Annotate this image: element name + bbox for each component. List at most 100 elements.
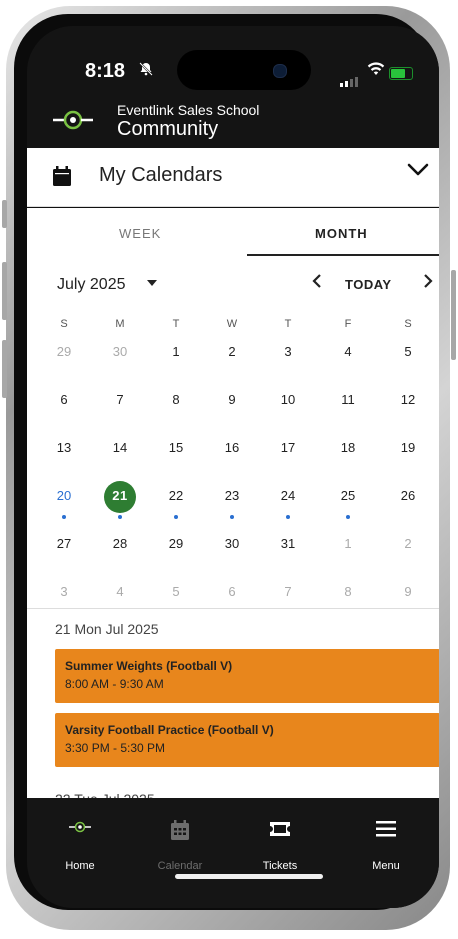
calendar-day-number: 31 <box>280 536 296 551</box>
calendar-day-number: 4 <box>116 584 124 599</box>
calendar-day[interactable]: 3 <box>49 578 79 606</box>
calendar-day[interactable]: 8 <box>333 578 363 606</box>
calendar-day[interactable]: 10 <box>273 386 303 414</box>
calendar-day[interactable]: 25 <box>333 482 363 510</box>
calendar-day[interactable]: 24 <box>273 482 303 510</box>
calendar-day[interactable]: 5 <box>161 578 191 606</box>
calendar-day-number: 7 <box>116 392 124 407</box>
calendar-day-number: 30 <box>112 344 128 359</box>
calendar-day[interactable]: 11 <box>333 386 363 414</box>
event-card[interactable]: Varsity Football Practice (Football V) 3… <box>55 713 439 767</box>
calendar-day[interactable]: 31 <box>273 530 303 558</box>
calendar-day[interactable]: 9 <box>217 386 247 414</box>
event-time: 8:00 AM - 9:30 AM <box>65 677 164 691</box>
month-picker[interactable]: July 2025 <box>57 276 126 294</box>
calendar-day[interactable]: 27 <box>49 530 79 558</box>
calendar-day[interactable]: 28 <box>105 530 135 558</box>
calendar-day-number: 15 <box>168 440 184 455</box>
calendar-day[interactable]: 14 <box>105 434 135 462</box>
calendar-day[interactable]: 9 <box>393 578 423 606</box>
chevron-left-icon[interactable] <box>312 274 322 293</box>
calendar-icon <box>53 166 71 186</box>
weekday-header: S <box>60 318 68 330</box>
calendar-day[interactable]: 12 <box>393 386 423 414</box>
calendar-day-number: 21 <box>112 488 128 503</box>
bottom-navigation: Home Calendar Tickets Menu <box>27 798 439 908</box>
calendar-day-number: 29 <box>56 344 72 359</box>
calendar-day-number: 8 <box>172 392 180 407</box>
calendar-day[interactable]: 4 <box>333 338 363 366</box>
event-card[interactable]: Summer Weights (Football V) 8:00 AM - 9:… <box>55 649 439 703</box>
home-indicator[interactable] <box>175 874 323 879</box>
calendar-day[interactable]: 29 <box>161 530 191 558</box>
calendar-day[interactable]: 13 <box>49 434 79 462</box>
calendar-day-number: 19 <box>400 440 416 455</box>
calendar-day-number: 4 <box>344 344 352 359</box>
calendar-day[interactable]: 19 <box>393 434 423 462</box>
tab-week[interactable]: WEEK <box>119 226 161 241</box>
calendar-day[interactable]: 30 <box>217 530 247 558</box>
events-list: 21 Mon Jul 2025 Summer Weights (Football… <box>27 608 439 819</box>
calendar-day[interactable]: 2 <box>217 338 247 366</box>
camera-icon <box>273 64 287 78</box>
year: 2025 <box>89 276 126 293</box>
calendar-day-number: 18 <box>340 440 356 455</box>
calendar-day[interactable]: 26 <box>393 482 423 510</box>
calendar-day[interactable]: 20 <box>49 482 79 510</box>
nav-tickets-label: Tickets <box>262 860 298 872</box>
calendar-day[interactable]: 15 <box>161 434 191 462</box>
calendar-selector[interactable]: My Calendars <box>27 148 439 207</box>
tab-month[interactable]: MONTH <box>315 226 368 241</box>
calendar-day-number: 27 <box>56 536 72 551</box>
weekday-header: F <box>344 318 352 330</box>
month-grid: S M T W T F S 29 30 1 2 3 4 5 6 7 8 9 10 11 12 13 14 15 16 17 18 19… <box>27 308 439 608</box>
calendar-day-number: 10 <box>280 392 296 407</box>
weekday-header: T <box>284 318 292 330</box>
calendar-day-number: 25 <box>340 488 356 503</box>
calendar-day[interactable]: 7 <box>273 578 303 606</box>
calendar-day[interactable]: 18 <box>333 434 363 462</box>
chevron-down-icon[interactable] <box>407 160 429 183</box>
calendar-icon <box>135 820 225 845</box>
calendar-day[interactable]: 17 <box>273 434 303 462</box>
ticket-icon <box>235 820 325 843</box>
view-tabs: WEEK MONTH <box>27 208 439 258</box>
month-navigation: July 2025 TODAY <box>27 258 439 308</box>
event-time: 3:30 PM - 5:30 PM <box>65 741 166 755</box>
phone-volume-up <box>2 262 7 320</box>
weekday-header: S <box>404 318 412 330</box>
calendar-day[interactable]: 8 <box>161 386 191 414</box>
calendar-day[interactable]: 30 <box>105 338 135 366</box>
calendar-selector-label: My Calendars <box>99 164 223 186</box>
calendar-day[interactable]: 1 <box>161 338 191 366</box>
calendar-day-number: 12 <box>400 392 416 407</box>
calendar-day[interactable]: 23 <box>217 482 247 510</box>
calendar-day[interactable]: 4 <box>105 578 135 606</box>
calendar-day-number: 2 <box>228 344 236 359</box>
calendar-day[interactable]: 29 <box>49 338 79 366</box>
calendar-day[interactable]: 2 <box>393 530 423 558</box>
calendar-day-number: 1 <box>172 344 180 359</box>
calendar-day[interactable]: 5 <box>393 338 423 366</box>
calendar-day[interactable]: 21 <box>104 481 136 513</box>
calendar-day-number: 14 <box>112 440 128 455</box>
calendar-day[interactable]: 3 <box>273 338 303 366</box>
bell-slash-icon <box>139 62 153 80</box>
calendar-day-number: 6 <box>228 584 236 599</box>
chevron-right-icon[interactable] <box>423 274 433 293</box>
calendar-day-number: 30 <box>224 536 240 551</box>
caret-down-icon[interactable] <box>147 274 157 290</box>
calendar-day[interactable]: 1 <box>333 530 363 558</box>
nav-home-label: Home <box>65 860 95 872</box>
calendar-day[interactable]: 7 <box>105 386 135 414</box>
calendar-day-number: 17 <box>280 440 296 455</box>
today-button[interactable]: TODAY <box>345 277 392 292</box>
calendar-day[interactable]: 6 <box>49 386 79 414</box>
calendar-day[interactable]: 16 <box>217 434 247 462</box>
event-title: Summer Weights (Football V) <box>65 659 233 673</box>
app-header: Eventlink Sales School Community <box>27 96 439 148</box>
month-name: July <box>57 276 86 293</box>
hamburger-menu-icon <box>341 820 431 843</box>
calendar-day[interactable]: 22 <box>161 482 191 510</box>
calendar-day[interactable]: 6 <box>217 578 247 606</box>
